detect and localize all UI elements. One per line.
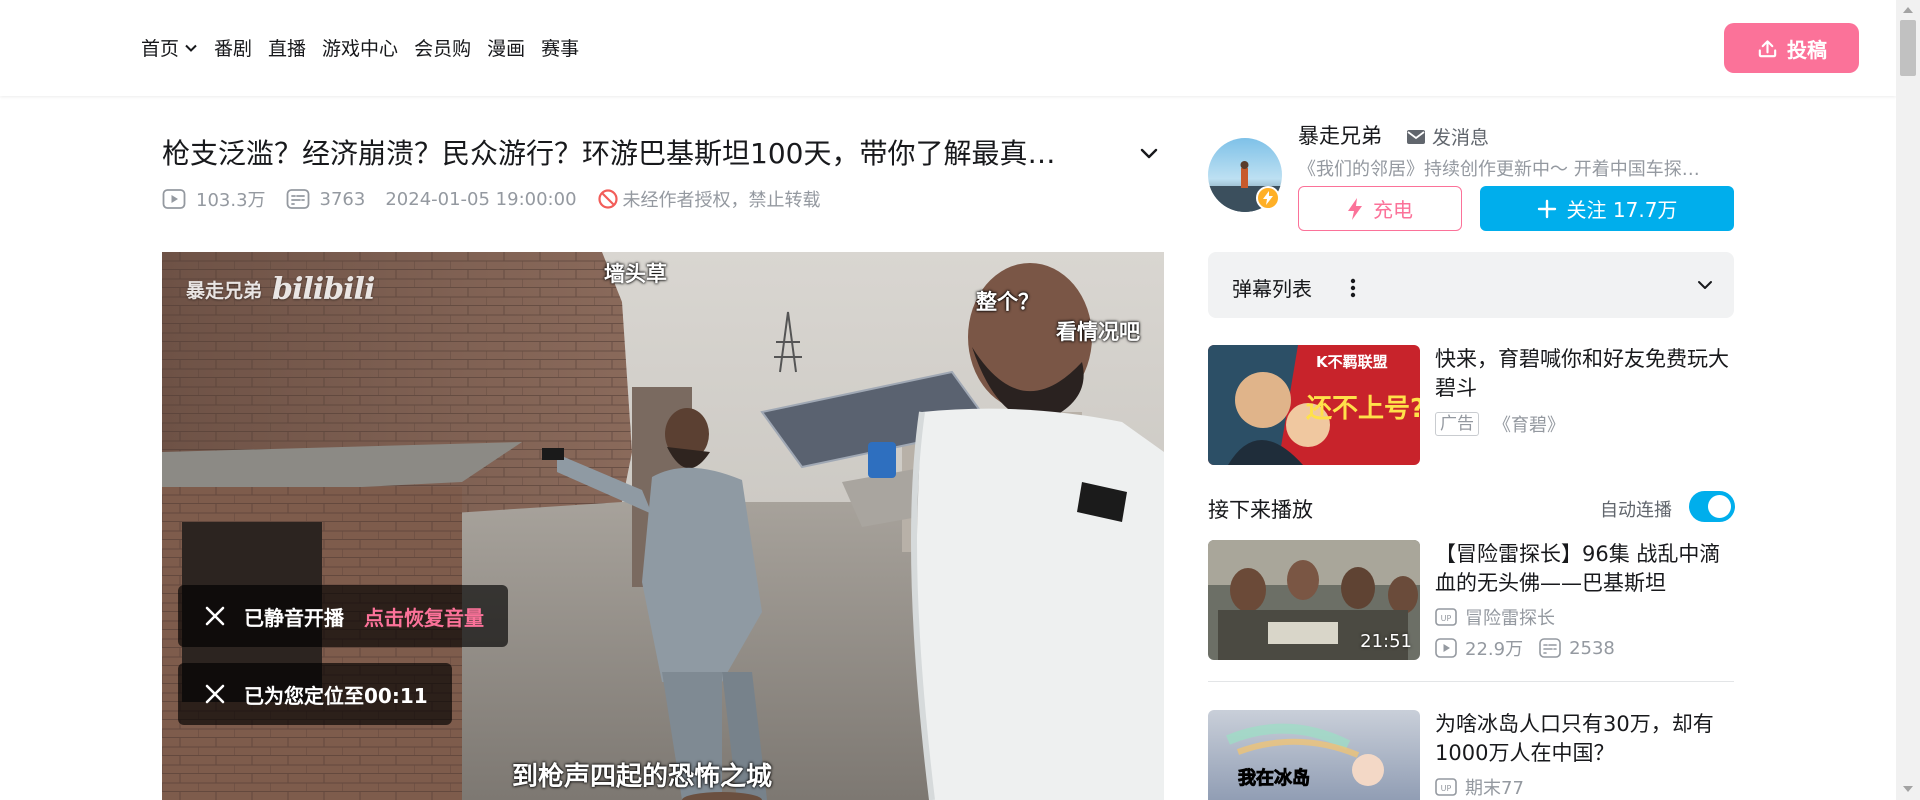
up-badge-icon: UP (1435, 608, 1457, 626)
play-count-icon (162, 189, 186, 209)
lightning-icon (1348, 197, 1362, 220)
rec-title-2[interactable]: 为啥冰岛人口只有30万，却有1000万人在中国？ (1435, 710, 1735, 768)
ad-thumb-slogan: 还不上号? (1306, 394, 1420, 424)
close-icon[interactable] (204, 683, 226, 705)
charge-label: 充电 (1373, 198, 1413, 222)
copyright-notice-text: 未经作者授权，禁止转载 (622, 190, 821, 211)
nav-comics[interactable]: 漫画 (487, 34, 525, 61)
toggle-knob (1708, 495, 1731, 518)
rec-up-name-2: 期末77 (1465, 778, 1524, 799)
subtitle-top: 墙头草 (604, 262, 667, 286)
nav-home-label: 首页 (141, 38, 180, 60)
video-title: 枪支泛滥？经济崩溃？民众游行？环游巴基斯坦100天，带你了解最真… (162, 137, 1056, 170)
chevron-down-icon (185, 44, 197, 52)
danmaku-count: 3763 (286, 188, 366, 210)
svg-text:UP: UP (1441, 614, 1452, 623)
autoplay-label: 自动连播 (1600, 500, 1672, 521)
rec-danmaku-value-1: 2538 (1569, 637, 1615, 659)
rec-up-1[interactable]: UP 冒险雷探长 (1435, 604, 1555, 630)
list-divider (1208, 681, 1734, 682)
ad-tag: 广告 (1435, 412, 1479, 436)
danmaku-list-toggle[interactable]: 弹幕列表 (1208, 252, 1734, 318)
player-watermark: 暴走兄弟 bilibili (186, 272, 375, 307)
more-vertical-icon[interactable] (1350, 278, 1356, 298)
danmaku-icon (286, 189, 309, 209)
rec-thumb-text-2: 我在冰岛 (1238, 767, 1310, 789)
danmaku-icon (1539, 638, 1561, 658)
muted-toast-text: 已静音开播 (244, 605, 344, 630)
view-count: 103.3万 (162, 186, 266, 212)
copyright-notice: 未经作者授权，禁止转载 (597, 186, 821, 212)
plus-icon (1537, 199, 1556, 218)
bilibili-logo: bilibili (272, 272, 375, 307)
follow-label: 关注 17.7万 (1566, 198, 1678, 222)
uploader-name[interactable]: 暴走兄弟 (1298, 120, 1382, 150)
rec-danmaku-1: 2538 (1539, 638, 1615, 659)
rec-title-1[interactable]: 【冒险雷探长】96集 战乱中滴血的无头佛——巴基斯坦 (1435, 540, 1735, 598)
rec-duration-1: 21:51 (1360, 631, 1412, 652)
nav-anime[interactable]: 番剧 (214, 34, 252, 61)
rec-views-value-1: 22.9万 (1465, 639, 1524, 660)
scroll-thumb[interactable] (1900, 20, 1916, 76)
view-count-value: 103.3万 (196, 190, 266, 211)
seek-toast-text: 已为您定位至00:11 (244, 683, 428, 708)
up-badge-icon: UP (1435, 778, 1457, 796)
forbidden-icon (597, 189, 618, 209)
rec-up-name-1: 冒险雷探长 (1465, 608, 1555, 629)
subtitle-bottom: 到枪声四起的恐怖之城 (512, 762, 773, 792)
danmaku-list-label: 弹幕列表 (1232, 277, 1312, 301)
danmaku-count-value: 3763 (319, 188, 366, 210)
envelope-icon (1407, 129, 1425, 144)
rec-up-2[interactable]: UP 期末77 (1435, 774, 1524, 800)
autoplay-toggle[interactable] (1689, 491, 1735, 522)
chevron-down-icon (1698, 281, 1712, 289)
ad-thumb-brand: K不羁联盟 (1316, 353, 1388, 371)
charge-badge-icon (1256, 186, 1280, 210)
rec-thumbnail-image-2: 我在冰岛 (1208, 710, 1420, 800)
video-player[interactable]: 暴走兄弟 bilibili 墙头草 整个？ 看情况吧 到枪声四起的恐怖之城 已静… (162, 252, 1164, 800)
subtitle-right-1: 整个？ (976, 290, 1039, 314)
scroll-up-arrow-icon[interactable] (1903, 7, 1913, 13)
rec-thumbnail-1[interactable]: 21:51 (1208, 540, 1420, 660)
video-meta: 103.3万 3763 2024-01-05 19:00:00 未经作者授权，禁… (162, 186, 821, 212)
svg-text:UP: UP (1441, 784, 1452, 793)
restore-volume-link[interactable]: 点击恢复音量 (364, 602, 484, 631)
send-message-link[interactable]: 发消息 (1406, 123, 1489, 150)
publish-time: 2024-01-05 19:00:00 (385, 188, 577, 210)
upload-icon (1758, 39, 1777, 57)
page-scrollbar[interactable] (1896, 0, 1920, 800)
top-header: 首页 番剧 直播 游戏中心 会员购 漫画 赛事 投稿 (0, 0, 1896, 96)
ad-meta: 广告 《育碧》 (1435, 411, 1565, 437)
nav-home[interactable]: 首页 (141, 34, 198, 61)
muted-toast: 已静音开播 点击恢复音量 (178, 585, 508, 647)
nav-member-shop[interactable]: 会员购 (414, 34, 471, 61)
expand-title-chevron-icon[interactable] (1138, 142, 1160, 164)
close-icon[interactable] (204, 605, 226, 627)
ad-thumbnail-image: K不羁联盟 还不上号? (1208, 345, 1420, 465)
ad-title[interactable]: 快来，育碧喊你和好友免费玩大碧斗 (1435, 345, 1735, 403)
nav-live[interactable]: 直播 (268, 34, 306, 61)
rec-stats-1: 22.9万 2538 (1435, 635, 1631, 661)
ad-thumbnail[interactable]: K不羁联盟 还不上号? (1208, 345, 1420, 465)
main-nav: 首页 番剧 直播 游戏中心 会员购 漫画 赛事 (141, 34, 579, 61)
send-message-label: 发消息 (1432, 127, 1490, 149)
up-next-label: 接下来播放 (1208, 498, 1313, 522)
rec-thumbnail-2[interactable]: 我在冰岛 (1208, 710, 1420, 800)
scroll-down-arrow-icon[interactable] (1903, 786, 1913, 792)
charge-button[interactable]: 充电 (1298, 186, 1462, 231)
ad-source: 《育碧》 (1493, 415, 1565, 436)
uploader-description: 《我们的邻居》持续创作更新中～ 开着中国车探… (1298, 159, 1700, 180)
seek-toast: 已为您定位至00:11 (178, 663, 452, 725)
follow-button[interactable]: 关注 17.7万 (1480, 186, 1734, 231)
upload-button[interactable]: 投稿 (1724, 23, 1859, 73)
nav-game-center[interactable]: 游戏中心 (322, 34, 398, 61)
play-count-icon (1435, 638, 1457, 658)
watermark-name: 暴走兄弟 (186, 280, 263, 302)
rec-views-1: 22.9万 (1435, 635, 1523, 661)
nav-esports[interactable]: 赛事 (541, 34, 579, 61)
upload-label: 投稿 (1787, 37, 1827, 62)
subtitle-right-2: 看情况吧 (1056, 320, 1140, 344)
